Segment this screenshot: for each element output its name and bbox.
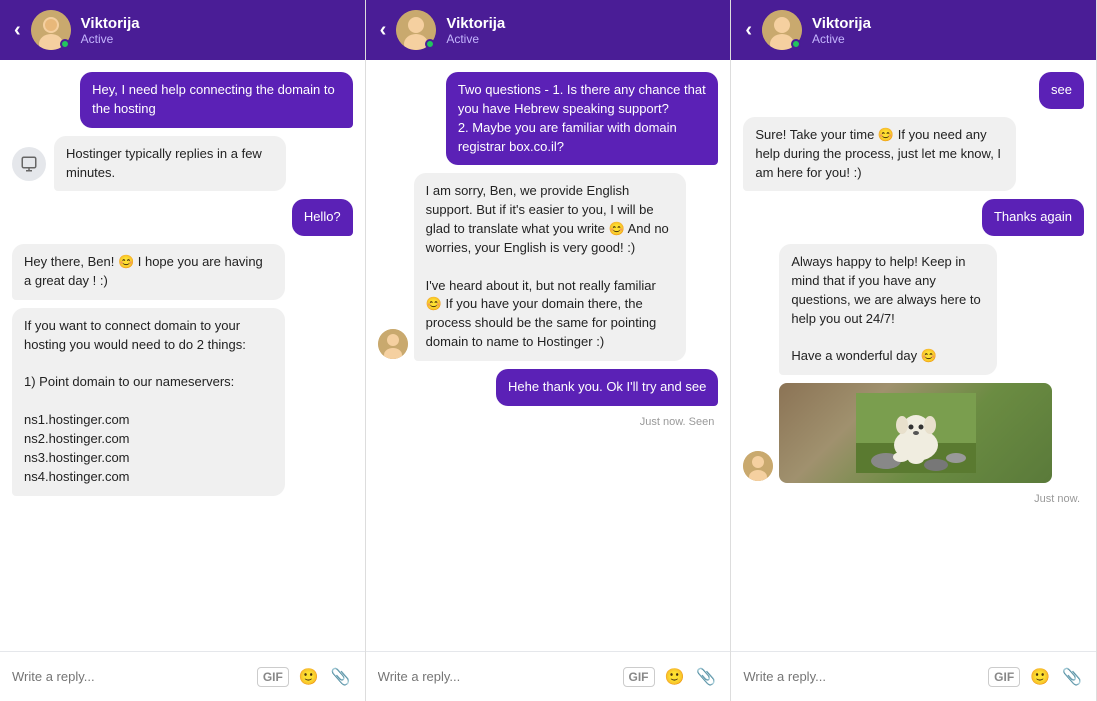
- gif-button-3[interactable]: GIF: [988, 667, 1020, 687]
- attach-button-3[interactable]: 📎: [1060, 667, 1084, 687]
- msg-1-1: Hey, I need help connecting the domain t…: [80, 72, 353, 128]
- msg-1-2: Hostinger typically replies in a few min…: [54, 136, 286, 192]
- header-name-2: Viktorija: [446, 15, 716, 32]
- attach-button-2[interactable]: 📎: [694, 667, 718, 687]
- header-status-1: Active: [81, 32, 351, 46]
- header-status-2: Active: [446, 32, 716, 46]
- msg-1-2-wrap: Hostinger typically replies in a few min…: [12, 136, 302, 192]
- msg-2-2: I am sorry, Ben, we provide English supp…: [414, 173, 687, 361]
- status-dot-1: [60, 39, 70, 49]
- msg-2-3: Hehe thank you. Ok I'll try and see: [496, 369, 718, 406]
- timestamp-row-2: Just now. Seen: [378, 414, 719, 428]
- avatar-msg-3: [743, 451, 773, 481]
- msg-3-0: see: [1039, 72, 1084, 109]
- header-status-3: Active: [812, 32, 1082, 46]
- emoji-button-2[interactable]: 🙂: [663, 667, 687, 687]
- msg-1-4: Hey there, Ben! 😊 I hope you are having …: [12, 244, 285, 300]
- chat-footer-1: GIF 🙂 📎: [0, 651, 365, 701]
- msg-3-3: Always happy to help! Keep in mind that …: [779, 244, 997, 375]
- reply-input-2[interactable]: [378, 669, 615, 684]
- msg-1-5: If you want to connect domain to your ho…: [12, 308, 285, 496]
- avatar-msg-2: [378, 329, 408, 359]
- header-info-1: Viktorija Active: [81, 15, 351, 46]
- emoji-button-3[interactable]: 🙂: [1028, 667, 1052, 687]
- msg-1-3: Hello?: [292, 199, 353, 236]
- attach-button-1[interactable]: 📎: [329, 667, 353, 687]
- gif-button-2[interactable]: GIF: [623, 667, 655, 687]
- chat-footer-2: GIF 🙂 📎: [366, 651, 731, 701]
- chat-header-3: ‹ Viktorija Active: [731, 0, 1096, 60]
- back-button-2[interactable]: ‹: [380, 19, 387, 42]
- header-info-2: Viktorija Active: [446, 15, 716, 46]
- header-name-3: Viktorija: [812, 15, 1082, 32]
- msg-timestamp-2: Just now. Seen: [640, 416, 715, 428]
- dog-image: [779, 383, 1052, 483]
- chat-header-2: ‹ Viktorija Active: [366, 0, 731, 60]
- gif-button-1[interactable]: GIF: [257, 667, 289, 687]
- chat-panel-3: ‹ Viktorija Active see Sure! Take your t…: [731, 0, 1097, 701]
- header-info-3: Viktorija Active: [812, 15, 1082, 46]
- emoji-button-1[interactable]: 🙂: [297, 667, 321, 687]
- reply-input-3[interactable]: [743, 669, 980, 684]
- chat-panel-1: ‹ Viktorija Active Hey, I need help conn…: [0, 0, 366, 701]
- status-dot-3: [791, 39, 801, 49]
- status-dot-2: [425, 39, 435, 49]
- timestamp-row-3: Just now.: [743, 491, 1084, 505]
- msg-2-1: Two questions - 1. Is there any chance t…: [446, 72, 719, 165]
- msg-2-2-row: I am sorry, Ben, we provide English supp…: [378, 173, 719, 361]
- chat-footer-3: GIF 🙂 📎: [731, 651, 1096, 701]
- messages-area-2: Two questions - 1. Is there any chance t…: [366, 60, 731, 651]
- avatar-1: [31, 10, 71, 50]
- back-button-3[interactable]: ‹: [745, 19, 752, 42]
- messages-area-3: see Sure! Take your time 😊 If you need a…: [731, 60, 1096, 651]
- msg-3-2: Thanks again: [982, 199, 1084, 236]
- msg-timestamp-3: Just now.: [1034, 493, 1080, 505]
- msg-3-1: Sure! Take your time 😊 If you need any h…: [743, 117, 1016, 192]
- system-icon: [12, 147, 46, 181]
- chat-panel-2: ‹ Viktorija Active Two questions - 1. Is…: [366, 0, 732, 701]
- chat-header-1: ‹ Viktorija Active: [0, 0, 365, 60]
- avatar-3: [762, 10, 802, 50]
- avatar-2: [396, 10, 436, 50]
- back-button-1[interactable]: ‹: [14, 19, 21, 42]
- reply-input-1[interactable]: [12, 669, 249, 684]
- messages-area-1: Hey, I need help connecting the domain t…: [0, 60, 365, 651]
- msg-3-3-row: Always happy to help! Keep in mind that …: [743, 244, 1084, 483]
- header-name-1: Viktorija: [81, 15, 351, 32]
